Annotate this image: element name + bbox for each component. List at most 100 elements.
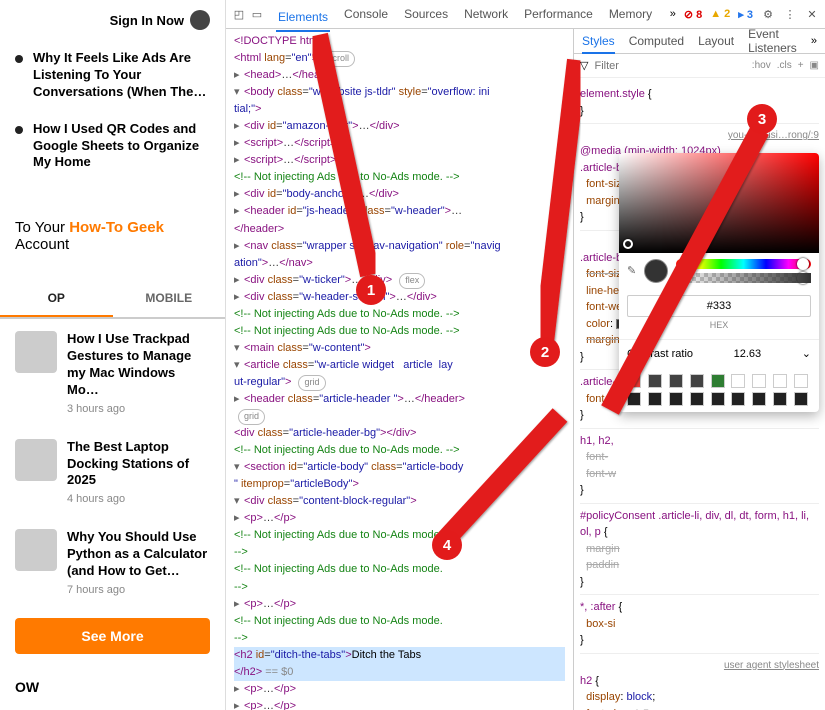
- swatch[interactable]: [690, 392, 704, 406]
- tab-op[interactable]: OP: [0, 281, 113, 317]
- stylestab-computed[interactable]: Computed: [629, 34, 684, 48]
- card-link[interactable]: The Best Laptop Docking Stations of 2025…: [0, 427, 225, 518]
- hov-button[interactable]: :hov: [752, 60, 771, 71]
- dom-line[interactable]: ▸<script>…</script>: [234, 152, 565, 169]
- dom-line[interactable]: <!DOCTYPE html>: [234, 33, 565, 50]
- card-link[interactable]: How I Use Trackpad Gestures to Manage my…: [0, 319, 225, 427]
- contrast-row[interactable]: Contrast ratio 12.63 ⌄: [619, 339, 819, 369]
- dom-line[interactable]: ▸<div class="w-header-search">…</div>: [234, 289, 565, 306]
- swatch[interactable]: [648, 374, 662, 388]
- inspect-icon[interactable]: ◰: [232, 7, 246, 21]
- dom-line[interactable]: <!-- Not injecting Ads due to No-Ads mod…: [234, 169, 565, 186]
- swatch[interactable]: [690, 374, 704, 388]
- kebab-icon[interactable]: ⋮: [783, 7, 797, 21]
- dom-line[interactable]: <h2 id="ditch-the-tabs">Ditch the Tabs: [234, 647, 565, 664]
- device-icon[interactable]: ▭: [250, 7, 264, 21]
- dom-line[interactable]: ▸<header class="article-header ">…</head…: [234, 391, 565, 408]
- swatch[interactable]: [752, 392, 766, 406]
- dom-line[interactable]: -->: [234, 579, 565, 596]
- swatch[interactable]: [711, 392, 725, 406]
- see-more-button[interactable]: See More: [15, 618, 210, 654]
- devtab-console[interactable]: Console: [342, 1, 390, 27]
- devtab-sources[interactable]: Sources: [402, 1, 450, 27]
- cls-button[interactable]: .cls: [777, 60, 792, 71]
- dom-line[interactable]: ▸<div class="w-ticker">…</div> flex: [234, 272, 565, 289]
- dom-line[interactable]: ▸<p>…</p>: [234, 510, 565, 527]
- chevron-down-icon[interactable]: ⌄: [802, 346, 811, 363]
- stylestab-layout[interactable]: Layout: [698, 34, 734, 48]
- plus-icon[interactable]: +: [798, 60, 804, 71]
- dom-line[interactable]: ▾<div class="content-block-regular">: [234, 493, 565, 510]
- dom-line[interactable]: ▸<p>…</p>: [234, 681, 565, 698]
- swatch[interactable]: [731, 392, 745, 406]
- dom-line[interactable]: ▾<section id="article-body" class="artic…: [234, 459, 565, 476]
- css-rule[interactable]: user agent stylesheeth2 { display: block…: [580, 654, 819, 710]
- swatch[interactable]: [711, 374, 725, 388]
- dom-line[interactable]: <!-- Not injecting Ads due to No-Ads mod…: [234, 323, 565, 340]
- dom-line[interactable]: ▸<script>…</script>: [234, 135, 565, 152]
- article-link[interactable]: How I Used QR Codes and Google Sheets to…: [0, 111, 225, 182]
- devtab-performance[interactable]: Performance: [522, 1, 595, 27]
- filter-input[interactable]: [594, 60, 745, 72]
- stylestab-styles[interactable]: Styles: [582, 34, 615, 54]
- swatch[interactable]: [669, 392, 683, 406]
- dom-line[interactable]: ation">…</nav>: [234, 255, 565, 272]
- dom-tree[interactable]: <!DOCTYPE html><html lang="en">scroll ▸<h…: [226, 29, 573, 710]
- swatch[interactable]: [794, 392, 808, 406]
- dom-line[interactable]: <!-- Not injecting Ads due to No-Ads mod…: [234, 442, 565, 459]
- css-rules[interactable]: element.style {}you-are-usi…rong/:9@medi…: [574, 78, 825, 710]
- dom-line[interactable]: ▸<nav class="wrapper subnav-navigation" …: [234, 238, 565, 255]
- devtab-memory[interactable]: Memory: [607, 1, 654, 27]
- article-link[interactable]: Why It Feels Like Ads Are Listening To Y…: [0, 40, 225, 111]
- css-rule[interactable]: #policyConsent .article-li, div, dl, dt,…: [580, 504, 819, 596]
- dom-line[interactable]: <!-- Not injecting Ads due to No-Ads mod…: [234, 613, 565, 630]
- swatch[interactable]: [773, 392, 787, 406]
- dom-line[interactable]: ▸<div id="amazon-root">…</div>: [234, 118, 565, 135]
- close-icon[interactable]: ✕: [805, 7, 819, 21]
- dom-line[interactable]: ▾<article class="w-article widget articl…: [234, 357, 565, 374]
- warn-badge[interactable]: ▲ 2: [710, 8, 730, 20]
- dom-line[interactable]: <html lang="en">scroll: [234, 50, 565, 67]
- gear-icon[interactable]: ⚙: [761, 7, 775, 21]
- eyedropper-icon[interactable]: ✎: [627, 263, 636, 280]
- dom-line[interactable]: ut-regular"> grid: [234, 374, 565, 391]
- swatch[interactable]: [669, 374, 683, 388]
- dom-line[interactable]: <!-- Not injecting Ads due to No-Ads mod…: [234, 561, 565, 578]
- dom-line[interactable]: ▸<header id="js-header" class="w-header"…: [234, 203, 565, 220]
- swatch[interactable]: [731, 374, 745, 388]
- dom-line[interactable]: </h2> == $0: [234, 664, 565, 681]
- devtab-network[interactable]: Network: [462, 1, 510, 27]
- dom-line[interactable]: <!-- Not injecting Ads due to No-Ads mod…: [234, 306, 565, 323]
- more-icon[interactable]: »: [811, 35, 817, 47]
- hex-input[interactable]: [627, 295, 811, 317]
- error-badge[interactable]: ⊘ 8: [684, 8, 702, 21]
- dom-line[interactable]: -->: [234, 544, 565, 561]
- stylestab-event-listeners[interactable]: Event Listeners: [748, 29, 797, 55]
- dom-line[interactable]: ▸<div id="body-anchor">…</div>: [234, 186, 565, 203]
- tab-mobile[interactable]: MOBILE: [113, 281, 226, 317]
- swatch[interactable]: [752, 374, 766, 388]
- swatch[interactable]: [627, 392, 641, 406]
- css-rule[interactable]: h1, h2, font- font-w}: [580, 429, 819, 504]
- satval-field[interactable]: [619, 153, 819, 253]
- signin-button[interactable]: Sign In Now: [0, 0, 225, 40]
- dom-line[interactable]: <!-- Not injecting Ads due to No-Ads mod…: [234, 527, 565, 544]
- dom-line[interactable]: ▾<main class="w-content">: [234, 340, 565, 357]
- card-link[interactable]: Why You Should Use Python as a Calculato…: [0, 517, 225, 608]
- dom-line[interactable]: " itemprop="articleBody">: [234, 476, 565, 493]
- dom-line[interactable]: grid: [234, 408, 565, 425]
- swatch[interactable]: [794, 374, 808, 388]
- info-badge[interactable]: ▸ 3: [738, 8, 753, 21]
- boxmodel-icon[interactable]: ▣: [810, 60, 819, 71]
- dom-line[interactable]: ▸<p>…</p>: [234, 596, 565, 613]
- dom-line[interactable]: -->: [234, 630, 565, 647]
- dom-line[interactable]: ▾<body class="w-website js-tldr" style="…: [234, 84, 565, 101]
- swatch[interactable]: [648, 392, 662, 406]
- dom-line[interactable]: ▸<p>…</p>: [234, 698, 565, 710]
- swatch[interactable]: [627, 374, 641, 388]
- dom-line[interactable]: tial;">: [234, 101, 565, 118]
- more-tabs-icon[interactable]: »: [670, 8, 676, 20]
- alpha-slider[interactable]: [676, 273, 811, 283]
- devtab-elements[interactable]: Elements: [276, 4, 330, 32]
- hue-slider[interactable]: [676, 259, 811, 269]
